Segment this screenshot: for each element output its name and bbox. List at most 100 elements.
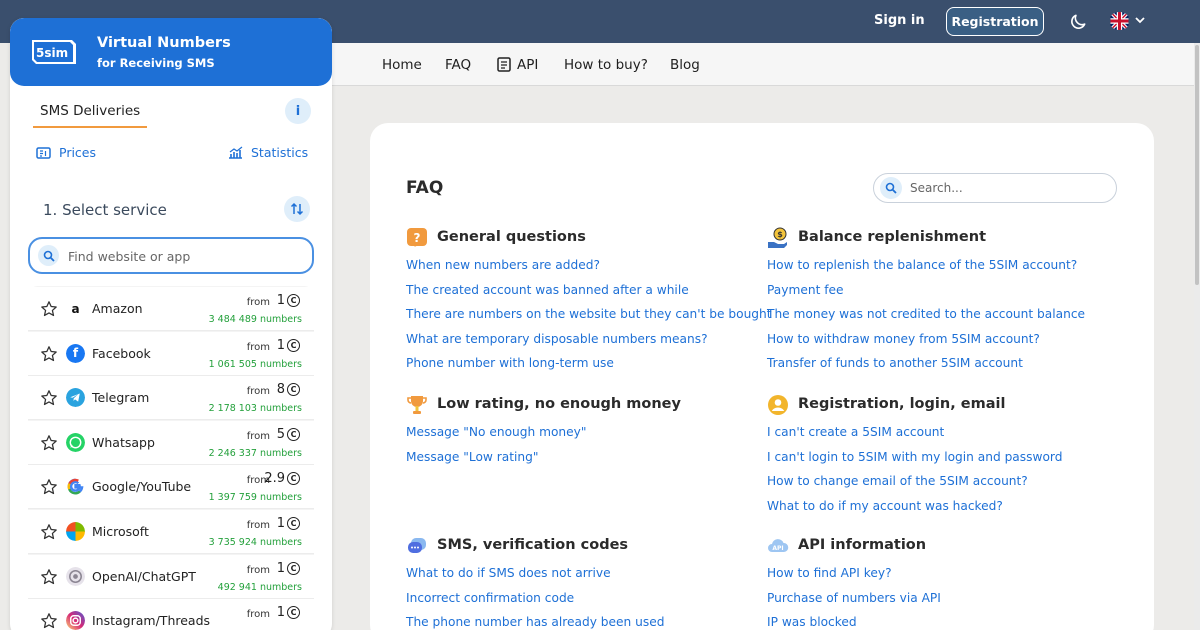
numbers-count: 2 178 103 numbers [208, 403, 302, 415]
openai-icon [66, 566, 85, 586]
numbers-count: 3 484 489 numbers [208, 314, 302, 325]
favorite-star-icon[interactable] [40, 389, 58, 407]
favorite-star-icon[interactable] [40, 434, 58, 452]
info-button[interactable]: i [285, 98, 311, 124]
sort-button[interactable] [284, 196, 310, 222]
coin-icon: C [287, 383, 300, 397]
nav-blog[interactable]: Blog [670, 57, 700, 73]
faq-question-link[interactable]: How to withdraw money from 5SIM account? [767, 332, 1040, 346]
faq-category-title: Balance replenishment [798, 229, 987, 245]
faq-question-link[interactable]: Incorrect confirmation code [406, 591, 574, 605]
favorite-star-icon[interactable] [40, 300, 58, 318]
nav-home[interactable]: Home [382, 57, 422, 73]
faq-question-link[interactable]: How to find API key? [767, 566, 892, 580]
sort-arrows-icon [290, 202, 304, 216]
faq-question-link[interactable]: How to replenish the balance of the 5SIM… [767, 258, 1077, 272]
faq-question-link[interactable]: I can't login to 5SIM with my login and … [767, 450, 1062, 464]
facebook-icon: f [66, 343, 85, 363]
logo-title: Virtual Numbers [97, 35, 231, 51]
faq-question-link[interactable]: Transfer of funds to another 5SIM accoun… [767, 356, 1023, 370]
service-price: 1C [277, 561, 300, 576]
faq-question-link[interactable]: When new numbers are added? [406, 258, 600, 272]
favorite-star-icon[interactable] [40, 568, 58, 586]
registration-button[interactable]: Registration [946, 7, 1044, 36]
favorite-star-icon[interactable] [40, 523, 58, 541]
faq-question-link[interactable]: There are numbers on the website but the… [406, 307, 772, 321]
tab-sms-deliveries[interactable]: SMS Deliveries [40, 103, 140, 119]
faq-question-link[interactable]: Message "No enough money" [406, 425, 586, 439]
logo-header[interactable]: 5sim Virtual Numbers for Receiving SMS [10, 18, 332, 86]
chevron-down-icon[interactable] [1134, 14, 1146, 26]
faq-question-link[interactable]: What to do if SMS does not arrive [406, 566, 611, 580]
statistics-link[interactable]: Statistics [228, 145, 308, 160]
api-cloud-icon: API [768, 539, 789, 552]
faq-question-link[interactable]: Purchase of numbers via API [767, 591, 941, 605]
statistics-label: Statistics [251, 145, 309, 160]
user-icon [768, 395, 788, 415]
nav-how-to-buy[interactable]: How to buy? [564, 57, 648, 73]
telegram-icon [66, 388, 85, 408]
nav-faq[interactable]: FAQ [445, 57, 471, 73]
dark-mode-toggle-icon[interactable] [1068, 12, 1088, 32]
service-row[interactable]: OpenAI/ChatGPT from 1 C 492 941 numbers [28, 554, 314, 599]
coin-icon: C [287, 606, 300, 620]
from-label: from [246, 520, 270, 531]
faq-search-input[interactable] [910, 179, 1100, 197]
coin-icon: C [287, 338, 300, 352]
prices-label: Prices [59, 145, 97, 160]
service-search-input[interactable] [68, 246, 298, 266]
coin-icon: C [287, 472, 300, 486]
service-row[interactable]: Instagram/Threads from 1 C [28, 599, 314, 630]
microsoft-icon [66, 522, 85, 541]
prices-link[interactable]: Prices [36, 145, 96, 160]
service-name: Whatsapp [92, 434, 155, 450]
numbers-count: 2 246 337 numbers [208, 447, 302, 459]
faq-question-link[interactable]: Message "Low rating" [406, 450, 538, 464]
favorite-star-icon[interactable] [40, 478, 58, 496]
service-row[interactable]: Telegram from 8 C 2 178 103 numbers [28, 376, 314, 421]
nav-api[interactable]: API [517, 57, 538, 73]
faq-question-link[interactable]: IP was blocked [767, 615, 857, 629]
question-icon: ? [407, 228, 427, 247]
google-icon [66, 477, 85, 496]
service-name: Telegram [92, 390, 150, 406]
active-tab-indicator [33, 126, 147, 128]
service-row[interactable]: Google/YouTube from 2.9 C 1 397 759 numbers [28, 465, 314, 510]
price-tag-icon [36, 146, 51, 159]
faq-question-link[interactable]: What are temporary disposable numbers me… [406, 332, 708, 346]
faq-question-link[interactable]: I can't create a 5SIM account [767, 425, 944, 439]
service-row[interactable]: Microsoft from 1 C 3 735 924 numbers [28, 510, 314, 554]
from-label: from [246, 564, 270, 576]
faq-question-link[interactable]: The phone number has already been used [406, 615, 664, 629]
faq-question-link[interactable]: What to do if my account was hacked? [767, 499, 1003, 513]
faq-question-link[interactable]: The money was not credited to the accoun… [767, 307, 1085, 321]
numbers-count: 1 397 759 numbers [208, 492, 302, 504]
faq-question-link[interactable]: Payment fee [767, 283, 844, 297]
search-icon [38, 245, 59, 266]
faq-title: FAQ [406, 178, 444, 198]
faq-question-link[interactable]: The created account was banned after a w… [406, 283, 689, 297]
faq-question-link[interactable]: How to change email of the 5SIM account? [767, 474, 1028, 488]
service-row[interactable]: a Amazon from 1 C 3 484 489 numbers [28, 287, 314, 331]
service-name: OpenAI/ChatGPT [92, 568, 196, 584]
faq-question-link[interactable]: Phone number with long-term use [406, 356, 614, 370]
coin-icon: C [287, 561, 300, 575]
service-row[interactable]: Whatsapp from 5 C 2 246 337 numbers [28, 420, 314, 465]
favorite-star-icon[interactable] [40, 612, 58, 630]
favorite-star-icon[interactable] [40, 345, 58, 363]
scrollbar-thumb[interactable] [1195, 45, 1199, 285]
service-price: 1C [277, 293, 300, 308]
service-row[interactable]: f Facebook from 1 C 1 061 505 numbers [28, 331, 314, 376]
service-search-box [28, 237, 314, 274]
faq-category-title: Low rating, no enough money [437, 396, 681, 412]
sign-in-link[interactable]: Sign in [874, 13, 925, 28]
svg-text:API: API [772, 545, 783, 552]
from-label: from [246, 341, 270, 353]
sidebar: 5sim Virtual Numbers for Receiving SMS S… [10, 18, 332, 630]
uk-flag-icon[interactable] [1109, 12, 1130, 30]
statistics-icon [229, 146, 243, 159]
faq-card: FAQ ? $ API General questions When new nu… [370, 123, 1154, 630]
from-label: from [246, 297, 270, 308]
search-icon [880, 177, 902, 199]
service-price: 5C [277, 427, 300, 442]
